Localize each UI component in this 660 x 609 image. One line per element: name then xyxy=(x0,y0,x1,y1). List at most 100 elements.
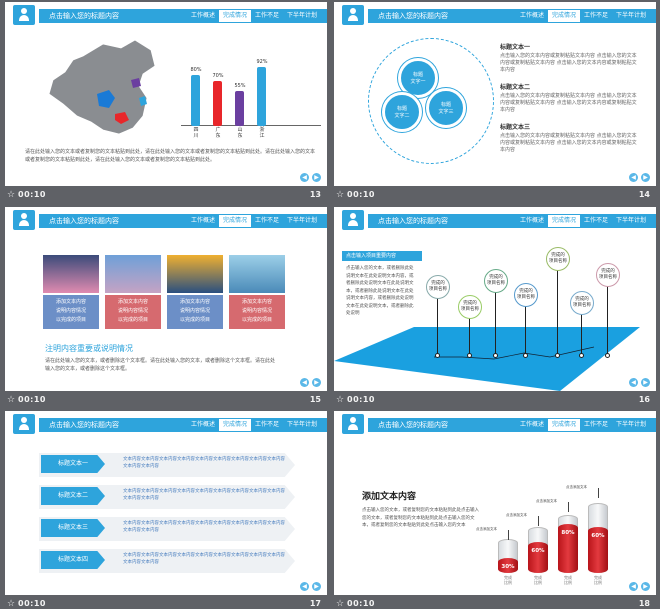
tab-overview[interactable]: 工作概述 xyxy=(187,418,219,432)
tab-shortcomings[interactable]: 工作不足 xyxy=(580,418,612,432)
slide-timing: 00:10 xyxy=(347,190,375,199)
tab-shortcomings[interactable]: 工作不足 xyxy=(251,418,283,432)
slide-title: 点击输入您的标题内容 xyxy=(378,217,448,225)
caption-card: 添加文本内容 说明内容情况 以完成的项目 xyxy=(229,295,285,329)
slide-17-canvas: 点击输入您的标题内容 工作概述 完成情况 工作不足 下半年计划 标题文本一 文本内… xyxy=(5,411,327,595)
section-heading: 添加文本内容 xyxy=(362,492,417,502)
row-label[interactable]: 标题文本四 xyxy=(41,551,105,569)
bar xyxy=(213,81,222,126)
bar-category-label: 四 川 xyxy=(193,127,199,139)
star-icon[interactable]: ☆ xyxy=(336,597,344,609)
item-title: 标题文本一 xyxy=(500,44,531,51)
star-icon[interactable]: ☆ xyxy=(336,393,344,407)
bar xyxy=(235,90,244,126)
tab-shortcomings[interactable]: 工作不足 xyxy=(580,9,612,23)
pin-stem xyxy=(525,305,526,355)
user-icon xyxy=(13,5,35,25)
tab-plan[interactable]: 下半年计划 xyxy=(612,214,650,228)
tab-shortcomings[interactable]: 工作不足 xyxy=(251,9,283,23)
slide-body-text: 点击输入您的文本，或者复制您的文本粘贴到此处点击输入您的文本，或者复制您的文本粘… xyxy=(362,508,479,528)
tab-overview[interactable]: 工作概述 xyxy=(187,214,219,228)
next-icon[interactable]: ▶ xyxy=(641,582,650,591)
tab-completion[interactable]: 完成情况 xyxy=(547,215,580,227)
tab-plan[interactable]: 下半年计划 xyxy=(283,9,321,23)
bar xyxy=(191,74,200,126)
slide-thumb-13[interactable]: 点击输入您的标题内容 工作概述 完成情况 工作不足 下半年计划 请在此处输入您的… xyxy=(5,2,327,202)
item-text: 点击输入您的文本内容或复制粘贴文本内容 点击输入您的文本内容或复制粘贴文本内容 … xyxy=(500,133,637,153)
tab-overview[interactable]: 工作概述 xyxy=(516,214,548,228)
pin-stem xyxy=(437,297,438,355)
cylinder-caption: 完成 比例 xyxy=(534,575,542,585)
next-icon[interactable]: ▶ xyxy=(312,173,321,182)
tab-completion[interactable]: 完成情况 xyxy=(218,419,251,431)
next-icon[interactable]: ▶ xyxy=(312,378,321,387)
prev-icon[interactable]: ◀ xyxy=(629,582,638,591)
next-icon[interactable]: ▶ xyxy=(641,173,650,182)
cylinder-note: 点击添加文本 xyxy=(476,527,497,531)
slide-title: 点击输入您的标题内容 xyxy=(49,12,119,20)
pin-bubble: 完成的 项目名称 xyxy=(514,283,538,307)
photo xyxy=(43,255,99,293)
slide-thumb-14[interactable]: 点击输入您的标题内容 工作概述 完成情况 工作不足 下半年计划 标题 文字一 标… xyxy=(334,2,656,202)
slide-timing: 00:10 xyxy=(18,599,46,608)
bar xyxy=(257,67,266,126)
star-icon[interactable]: ☆ xyxy=(336,188,344,202)
slide-thumb-17[interactable]: 点击输入您的标题内容 工作概述 完成情况 工作不足 下半年计划 标题文本一 文本内… xyxy=(5,411,327,609)
prev-icon[interactable]: ◀ xyxy=(629,173,638,182)
tab-plan[interactable]: 下半年计划 xyxy=(612,418,650,432)
star-icon[interactable]: ☆ xyxy=(7,393,15,407)
tab-plan[interactable]: 下半年计划 xyxy=(612,9,650,23)
row-label[interactable]: 标题文本一 xyxy=(41,455,105,473)
tab-completion[interactable]: 完成情况 xyxy=(218,10,251,22)
bar-value-label: 92% xyxy=(256,59,268,66)
photo xyxy=(167,255,223,293)
slide-header: 点击输入您的标题内容 工作概述 完成情况 工作不足 下半年计划 xyxy=(5,207,327,233)
pin-bubble: 完成的 项目名称 xyxy=(426,275,450,299)
user-icon xyxy=(342,414,364,434)
prev-icon[interactable]: ◀ xyxy=(300,582,309,591)
slide-body-text: 请在此处输入您的文本或者复制您的文本粘贴到此处，请在此处输入您的文本或者复制您的… xyxy=(25,149,316,163)
cylinder-note: 点击添加文本 xyxy=(506,513,527,517)
next-icon[interactable]: ▶ xyxy=(641,378,650,387)
tab-completion[interactable]: 完成情况 xyxy=(547,10,580,22)
star-icon[interactable]: ☆ xyxy=(7,597,15,609)
cylinder-fill xyxy=(528,541,548,573)
cylinder-percent: 60% xyxy=(531,547,545,554)
note-leader xyxy=(508,530,509,540)
pin-bubble: 完成的 项目名称 xyxy=(458,295,482,319)
pin-dot xyxy=(493,353,498,358)
row-label[interactable]: 标题文本二 xyxy=(41,487,105,505)
tab-plan[interactable]: 下半年计划 xyxy=(283,418,321,432)
tab-plan[interactable]: 下半年计划 xyxy=(283,214,321,228)
pin-stem xyxy=(607,285,608,355)
slide-thumb-16[interactable]: 点击输入您的标题内容 工作概述 完成情况 工作不足 下半年计划 点击输入项目重要… xyxy=(334,207,656,407)
row-label[interactable]: 标题文本三 xyxy=(41,519,105,537)
slide-title: 点击输入您的标题内容 xyxy=(378,12,448,20)
prev-icon[interactable]: ◀ xyxy=(300,378,309,387)
tab-shortcomings[interactable]: 工作不足 xyxy=(580,214,612,228)
pin-dot xyxy=(523,353,528,358)
cylinder-percent: 60% xyxy=(591,533,605,540)
star-icon[interactable]: ☆ xyxy=(7,188,15,202)
pin-dot xyxy=(579,353,584,358)
pin-stem xyxy=(557,269,558,355)
note-leader xyxy=(568,502,569,512)
bar-category-label: 浙 江 xyxy=(259,127,265,139)
prev-icon[interactable]: ◀ xyxy=(300,173,309,182)
tab-overview[interactable]: 工作概述 xyxy=(187,9,219,23)
tab-overview[interactable]: 工作概述 xyxy=(516,9,548,23)
tab-overview[interactable]: 工作概述 xyxy=(516,418,548,432)
pin-dot xyxy=(435,353,440,358)
pin-bubble: 完成的 项目名称 xyxy=(596,263,620,287)
tab-completion[interactable]: 完成情况 xyxy=(218,215,251,227)
slide-header: 点击输入您的标题内容 工作概述 完成情况 工作不足 下半年计划 xyxy=(334,2,656,28)
slide-number: 13 xyxy=(309,190,321,199)
tab-shortcomings[interactable]: 工作不足 xyxy=(251,214,283,228)
tab-completion[interactable]: 完成情况 xyxy=(547,419,580,431)
next-icon[interactable]: ▶ xyxy=(312,582,321,591)
slide-thumb-18[interactable]: 点击输入您的标题内容 工作概述 完成情况 工作不足 下半年计划 添加文本内容 点… xyxy=(334,411,656,609)
prev-icon[interactable]: ◀ xyxy=(629,378,638,387)
slide-thumb-15[interactable]: 点击输入您的标题内容 工作概述 完成情况 工作不足 下半年计划 添加文本内容 说… xyxy=(5,207,327,407)
slide-title: 点击输入您的标题内容 xyxy=(49,217,119,225)
pin-dot xyxy=(555,353,560,358)
